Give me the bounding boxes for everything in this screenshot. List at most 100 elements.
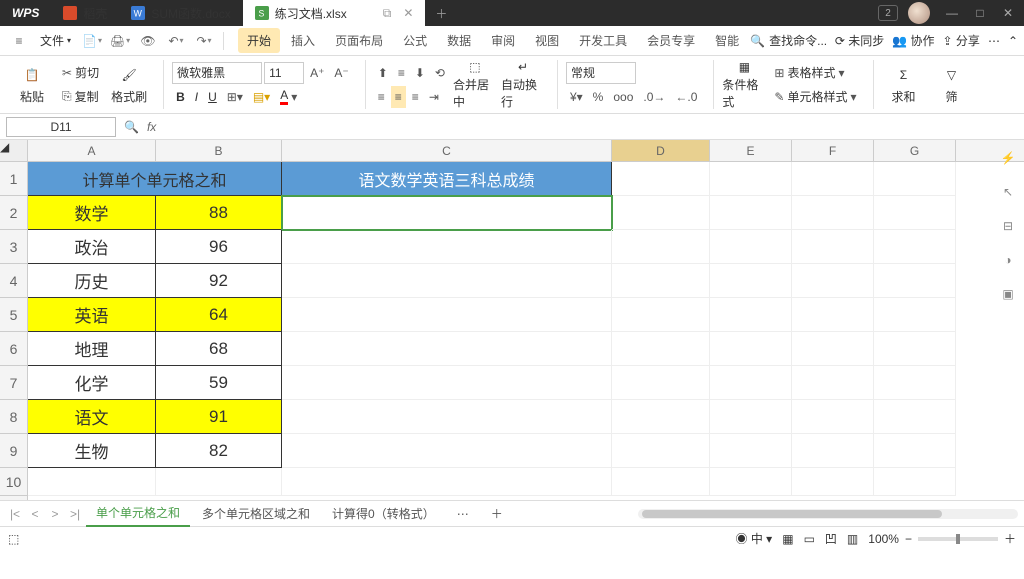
new-tab-button[interactable]: ＋ <box>425 0 457 26</box>
filter-button[interactable]: ▽筛 <box>930 60 974 110</box>
avatar[interactable] <box>908 2 930 24</box>
command-search[interactable]: 🔍 查找命令... <box>750 32 827 49</box>
border-icon[interactable]: ⊞▾ <box>223 86 247 108</box>
doc-tab-practice[interactable]: S 练习文档.xlsx ⧉ ✕ <box>243 0 426 26</box>
cell[interactable]: 数学 <box>28 196 156 230</box>
cell[interactable] <box>710 468 792 496</box>
cell[interactable] <box>612 162 710 196</box>
more-icon[interactable]: ⋯ <box>988 34 1000 48</box>
align-right-icon[interactable]: ≡ <box>408 86 423 108</box>
sum-button[interactable]: Σ求和 <box>882 60 926 110</box>
cursor-icon[interactable]: ↖ <box>998 182 1018 202</box>
comma-icon[interactable]: ooo <box>609 86 637 108</box>
font-size-select[interactable] <box>264 62 304 84</box>
cell[interactable]: 91 <box>156 400 282 434</box>
cell[interactable] <box>792 162 874 196</box>
tab-view[interactable]: 视图 <box>526 28 568 53</box>
close-window-button[interactable]: ✕ <box>996 3 1020 23</box>
currency-icon[interactable]: ¥▾ <box>566 86 587 108</box>
cell[interactable] <box>874 400 956 434</box>
cell[interactable]: 64 <box>156 298 282 332</box>
cell-c2[interactable] <box>282 196 612 230</box>
fx-icon[interactable]: fx <box>147 120 156 134</box>
name-box-input[interactable] <box>6 117 116 137</box>
row-header[interactable]: 4 <box>0 264 27 298</box>
add-sheet-button[interactable]: ＋ <box>481 501 513 526</box>
cell[interactable] <box>710 332 792 366</box>
cell[interactable] <box>710 230 792 264</box>
cell[interactable] <box>792 298 874 332</box>
row-header[interactable]: 6 <box>0 332 27 366</box>
row-header[interactable]: 8 <box>0 400 27 434</box>
align-bottom-icon[interactable]: ⬇ <box>411 62 429 84</box>
cell[interactable] <box>282 264 612 298</box>
cell[interactable] <box>710 162 792 196</box>
tab-member[interactable]: 会员专享 <box>638 28 704 53</box>
wrap-text-button[interactable]: ↵自动换行 <box>501 60 545 110</box>
cut-button[interactable]: ✂ 剪切 <box>58 62 103 84</box>
cell[interactable] <box>792 230 874 264</box>
view-break-icon[interactable]: 凹 <box>825 530 837 547</box>
cell[interactable] <box>874 230 956 264</box>
view-normal-icon[interactable]: ▦ <box>782 532 793 546</box>
cell[interactable] <box>710 264 792 298</box>
cell[interactable] <box>792 468 874 496</box>
shrink-font-icon[interactable]: A⁻ <box>330 62 352 84</box>
row-header[interactable]: 2 <box>0 196 27 230</box>
badge-icon[interactable]: 2 <box>878 5 898 21</box>
minimize-button[interactable]: — <box>940 3 964 23</box>
cell[interactable] <box>28 468 156 496</box>
row-header[interactable]: 5 <box>0 298 27 332</box>
print-grid-icon[interactable]: ▥ <box>847 532 858 546</box>
eye-icon[interactable]: ◉ 中 ▾ <box>736 530 773 547</box>
cell[interactable]: 96 <box>156 230 282 264</box>
font-select[interactable] <box>172 62 262 84</box>
preview-icon[interactable]: 👁 <box>135 29 161 53</box>
paste-button[interactable]: 📋粘贴 <box>10 60 54 110</box>
col-header[interactable]: E <box>710 140 792 161</box>
indent-icon[interactable]: ⇥ <box>425 86 443 108</box>
cell[interactable] <box>874 298 956 332</box>
orientation-icon[interactable]: ⟲ <box>431 62 449 84</box>
cell[interactable]: 68 <box>156 332 282 366</box>
save-icon[interactable]: 📄 <box>79 29 105 53</box>
cell[interactable] <box>710 366 792 400</box>
cell[interactable]: 82 <box>156 434 282 468</box>
cell[interactable] <box>874 366 956 400</box>
last-sheet-icon[interactable]: >| <box>66 507 84 521</box>
doc-tab-daoke[interactable]: 稻壳 <box>51 0 119 26</box>
copy-button[interactable]: ⎘ 复制 <box>58 86 103 108</box>
cell[interactable] <box>612 366 710 400</box>
cell[interactable] <box>282 434 612 468</box>
col-header[interactable]: B <box>156 140 282 161</box>
cell[interactable]: 语文 <box>28 400 156 434</box>
redo-icon[interactable]: ↷ <box>191 29 217 53</box>
cell[interactable] <box>874 332 956 366</box>
menu-icon[interactable]: ≡ <box>6 29 32 53</box>
cell[interactable] <box>282 366 612 400</box>
cell[interactable]: 历史 <box>28 264 156 298</box>
coop-button[interactable]: 👥 协作 <box>892 32 934 49</box>
italic-icon[interactable]: I <box>191 86 202 108</box>
horizontal-scrollbar[interactable] <box>638 509 1018 519</box>
next-sheet-icon[interactable]: > <box>46 507 64 521</box>
align-left-icon[interactable]: ≡ <box>374 86 389 108</box>
collapse-ribbon-icon[interactable]: ⌃ <box>1008 34 1018 48</box>
tab-start[interactable]: 开始 <box>238 28 280 53</box>
percent-icon[interactable]: % <box>589 86 608 108</box>
cell[interactable] <box>282 230 612 264</box>
row-header[interactable]: 9 <box>0 434 27 468</box>
cell[interactable] <box>792 264 874 298</box>
tab-data[interactable]: 数据 <box>438 28 480 53</box>
select-all-corner[interactable]: ◢ <box>0 140 27 162</box>
table-header-left[interactable]: 计算单个单元格之和 <box>156 162 282 196</box>
align-top-icon[interactable]: ⬆ <box>374 62 392 84</box>
print-icon[interactable]: 🖨 <box>107 29 133 53</box>
format-painter-button[interactable]: 🖌格式刷 <box>107 60 151 110</box>
row-header[interactable]: 7 <box>0 366 27 400</box>
view-page-icon[interactable]: ▭ <box>804 532 815 546</box>
rocket-icon[interactable]: ⚡ <box>998 148 1018 168</box>
cell[interactable] <box>792 332 874 366</box>
col-header[interactable]: F <box>792 140 874 161</box>
row-header[interactable]: 3 <box>0 230 27 264</box>
